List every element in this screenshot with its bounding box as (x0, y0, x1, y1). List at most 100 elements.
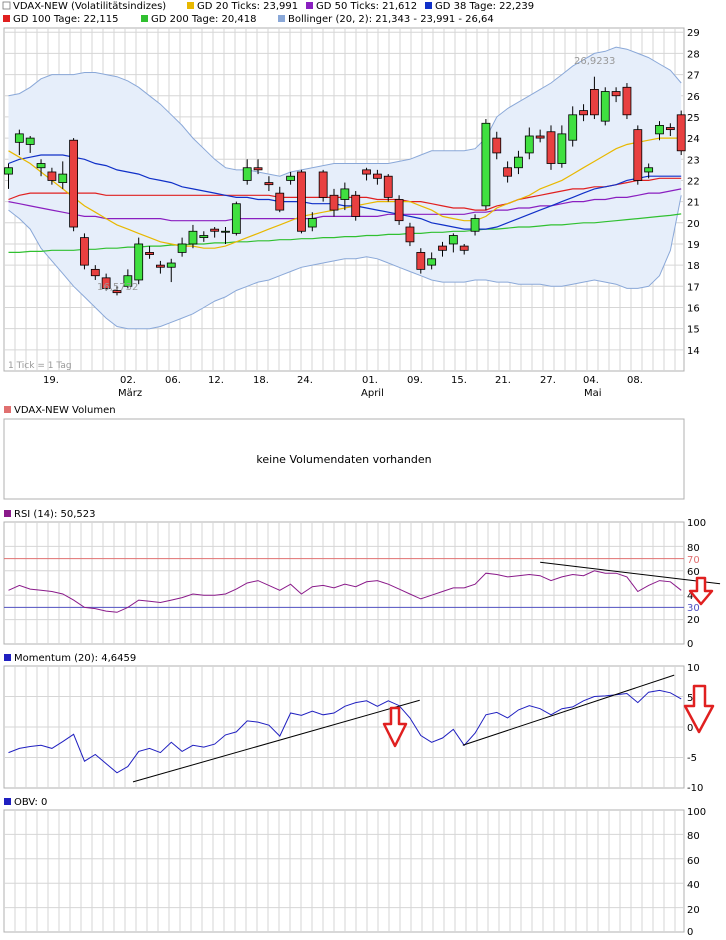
volume-legend-swatch (4, 406, 11, 413)
obv-y-axis: 100 80 60 40 20 0 (687, 807, 706, 938)
price-y-tick: 14 (687, 346, 700, 357)
month-label-maerz: März (118, 388, 142, 399)
price-y-tick: 15 (687, 325, 700, 336)
candle-body (448, 235, 458, 245)
rsi-tick-20: 20 (687, 615, 700, 626)
candle-body (611, 91, 621, 97)
candle-body (275, 192, 285, 211)
rsi-panel-frame (3, 521, 685, 645)
candle (622, 83, 632, 120)
candle-body (405, 226, 415, 243)
legend-label-vdax: VDAX-NEW (Volatilitätsindizes) (13, 1, 166, 12)
candle-body (372, 173, 382, 179)
candle-body (557, 133, 567, 164)
candle-body (264, 182, 274, 186)
legend-item-gd100: GD 100 Tage: 22,115 (3, 14, 119, 25)
price-y-tick: 16 (687, 303, 700, 314)
candle-body (438, 245, 447, 251)
legend-label-gd38: GD 38 Tage: 22,239 (435, 1, 534, 12)
legend-label-gd100: GD 100 Tage: 22,115 (13, 14, 119, 25)
candle-body (481, 122, 491, 207)
candle (394, 195, 404, 225)
candle-body (470, 218, 480, 232)
candle-body (362, 169, 371, 175)
candle-body (579, 110, 588, 116)
x-label-12: 12. (208, 375, 224, 386)
candle-body (80, 237, 89, 266)
candle (546, 125, 556, 170)
x-label-18: 18. (253, 375, 269, 386)
candle-body (514, 156, 523, 169)
volume-message: keine Volumendaten vorhanden (256, 453, 431, 466)
candle-body (134, 243, 144, 281)
price-y-tick: 28 (687, 49, 700, 60)
candle-body (14, 133, 24, 143)
candle-body (568, 114, 578, 141)
price-y-tick: 23 (687, 155, 700, 166)
legend-label-gd50: GD 50 Ticks: 21,612 (316, 1, 417, 12)
price-y-tick: 27 (687, 71, 700, 82)
price-y-tick: 29 (687, 28, 700, 39)
min-annotation: 16,5732 (97, 282, 138, 293)
x-label-21: 21. (495, 375, 511, 386)
candle-body (633, 129, 643, 181)
price-y-tick: 22 (687, 176, 700, 187)
legend-label-gd200: GD 200 Tage: 20,418 (151, 14, 257, 25)
candle-body (524, 135, 534, 154)
x-label-01: 01. (362, 375, 378, 386)
rsi-tick-30: 30 (687, 603, 700, 614)
price-y-tick: 19 (687, 240, 700, 251)
rsi-legend-swatch (4, 510, 11, 517)
candle-body (676, 114, 686, 152)
candle-body (69, 139, 78, 228)
candle (69, 138, 78, 232)
momentum-tick-10: 10 (687, 663, 700, 674)
volume-title: VDAX-NEW Volumen (14, 405, 116, 416)
rsi-tick-80: 80 (687, 543, 700, 554)
candle-body (492, 137, 502, 154)
candle-body (459, 245, 469, 251)
candle-body (329, 194, 339, 211)
rsi-title: RSI (14): 50,523 (14, 509, 96, 520)
month-label-mai: Mai (584, 388, 602, 399)
candle-body (318, 171, 328, 198)
rsi-tick-60: 60 (687, 567, 700, 578)
obv-tick-80: 80 (687, 831, 700, 842)
candle-body (4, 167, 13, 175)
price-y-tick: 20 (687, 219, 700, 230)
candle (481, 119, 491, 211)
x-label-27: 27. (540, 375, 556, 386)
momentum-tick-5: 5 (687, 693, 693, 704)
candle-body (253, 167, 263, 171)
rsi-tick-100: 100 (687, 518, 706, 529)
candle-body (383, 175, 393, 198)
max-annotation: 26,9233 (574, 56, 615, 67)
momentum-tick-minus5: -5 (687, 753, 697, 764)
chart-canvas: VDAX-NEW (Volatilitätsindizes) GD 20 Tic… (2, 1, 721, 938)
x-axis: 19. 02. 06. 12. 18. 24. 01. 09. 15. 21. … (43, 375, 643, 399)
candle (600, 87, 610, 126)
candle-body (90, 268, 100, 277)
candle-body (221, 230, 230, 233)
obv-tick-40: 40 (687, 880, 700, 891)
candle (676, 110, 686, 156)
month-label-april: April (361, 388, 384, 399)
candle-body (590, 89, 599, 116)
momentum-tick-minus10: -10 (687, 783, 703, 794)
candle-body (210, 228, 220, 232)
momentum-title: Momentum (20): 4,6459 (14, 653, 136, 664)
obv-panel-frame (3, 809, 685, 933)
candle (297, 169, 306, 234)
legend-item-vdax: VDAX-NEW (Volatilitätsindizes) (2, 1, 166, 12)
candle-body (199, 235, 209, 239)
price-y-tick: 25 (687, 113, 700, 124)
candle-body (47, 171, 57, 181)
legend-item-gd50: GD 50 Ticks: 21,612 (306, 1, 417, 12)
candle-body (177, 243, 187, 253)
legend-item-gd38: GD 38 Tage: 22,239 (425, 1, 534, 12)
candle-body (340, 188, 350, 200)
rsi-tick-70: 70 (687, 555, 700, 566)
obv-legend-swatch (4, 798, 11, 805)
candle-body (25, 137, 35, 145)
candle-body (166, 262, 176, 268)
